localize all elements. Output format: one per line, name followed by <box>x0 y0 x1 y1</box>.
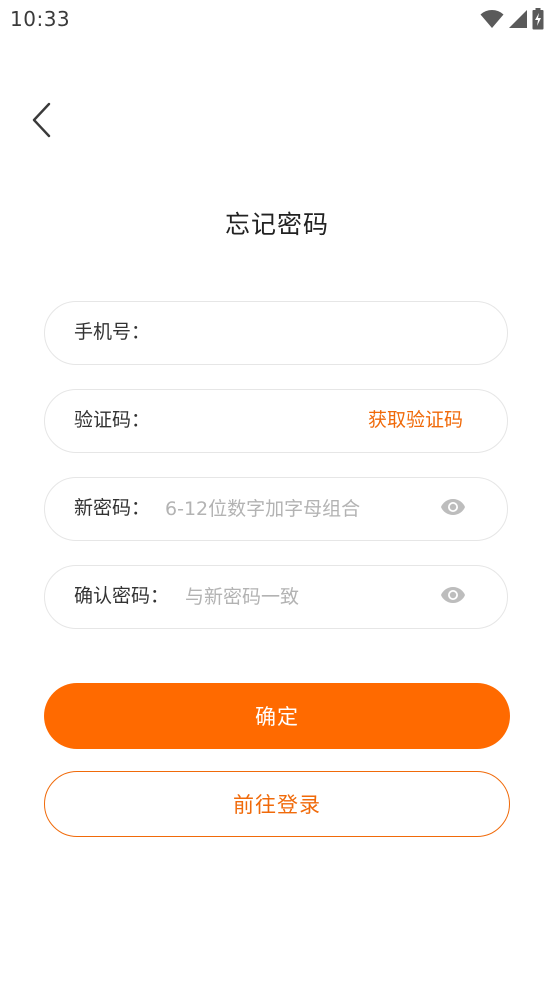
confirm-password-label: 确认密码： <box>74 585 170 607</box>
get-code-button[interactable]: 获取验证码 <box>368 390 463 451</box>
status-time: 10:33 <box>10 7 71 31</box>
go-to-login-button[interactable]: 前往登录 <box>44 771 510 837</box>
confirm-password-input[interactable] <box>185 576 415 617</box>
forgot-password-screen: 10:33 忘记密码 手机号： 验证码： 获取验证码 新密码： 确认密码： 确定… <box>0 0 554 984</box>
cellular-signal-icon <box>508 9 528 33</box>
confirm-button[interactable]: 确定 <box>44 683 510 749</box>
phone-input[interactable] <box>151 312 481 353</box>
battery-charging-icon <box>532 8 544 34</box>
verification-code-input[interactable] <box>151 400 341 441</box>
eye-icon <box>440 498 466 520</box>
phone-field: 手机号： <box>44 301 508 365</box>
verification-code-label: 验证码： <box>74 409 151 431</box>
eye-icon <box>440 586 466 608</box>
back-button[interactable] <box>22 100 62 144</box>
chevron-left-icon <box>31 102 53 142</box>
new-password-visibility-toggle[interactable] <box>439 496 467 522</box>
new-password-input[interactable] <box>165 488 415 529</box>
new-password-label: 新密码： <box>74 497 151 519</box>
page-title: 忘记密码 <box>224 210 329 239</box>
status-bar: 10:33 <box>0 0 554 40</box>
status-icons <box>480 8 544 34</box>
confirm-password-field: 确认密码： <box>44 565 508 629</box>
verification-code-field: 验证码： 获取验证码 <box>44 389 508 453</box>
new-password-field: 新密码： <box>44 477 508 541</box>
wifi-icon <box>480 9 504 33</box>
confirm-password-visibility-toggle[interactable] <box>439 584 467 610</box>
phone-label: 手机号： <box>74 321 151 343</box>
